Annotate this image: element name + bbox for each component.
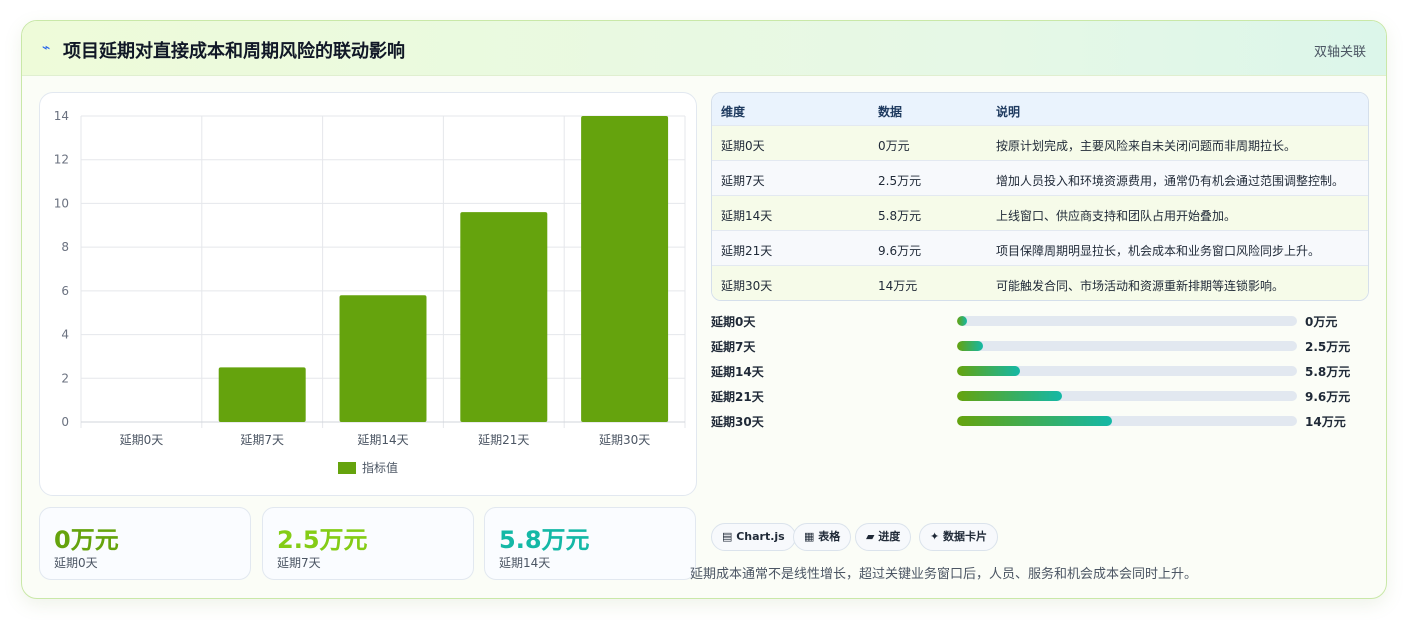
footnote: 延期成本通常不是线性增长，超过关键业务窗口后，人员、服务和机会成本会同时上升。 xyxy=(690,567,1198,582)
legend-swatch xyxy=(338,462,356,474)
header-tag: 双轴关联 xyxy=(1313,45,1366,60)
progress-row: 延期0天 0万元 xyxy=(711,312,1371,332)
kpi-value: 0万元 xyxy=(54,526,119,554)
kpi-label: 延期7天 xyxy=(277,556,321,570)
progress-label: 延期21天 xyxy=(711,390,764,404)
kpi-card: 5.8万元 延期14天 xyxy=(484,507,696,580)
progress-label: 延期7天 xyxy=(711,340,756,354)
bar xyxy=(460,212,548,422)
table-row: 延期7天 2.5万元 增加人员投入和环境资源费用，通常仍有机会通过范围调整控制。 xyxy=(712,161,1368,196)
progress-track xyxy=(957,316,1297,326)
data-table: 维度 数据 说明 延期0天 0万元 按原计划完成，主要风险来自未关闭问题而非周期… xyxy=(711,92,1369,301)
x-tick-label: 延期14天 xyxy=(357,433,408,447)
table-row: 延期21天 9.6万元 项目保障周期明显拉长，机会成本和业务窗口风险同步上升。 xyxy=(712,231,1368,266)
table-cell: 上线窗口、供应商支持和团队占用开始叠加。 xyxy=(996,209,1237,223)
progress-label: 延期30天 xyxy=(711,415,764,429)
kpi-label: 延期14天 xyxy=(499,556,551,570)
table-header-cell: 说明 xyxy=(996,105,1021,119)
chart-panel: 0 2 4 6 8 10 12 14 延期0天 延期7天 延期14天 延期21天 延期30天指标值 xyxy=(39,92,697,496)
kpi-card: 0万元 延期0天 xyxy=(39,507,251,580)
card-header: ⌁ 项目延期对直接成本和周期风险的联动影响 双轴关联 xyxy=(22,21,1386,76)
table-cell: 可能触发合同、市场活动和资源重新排期等连锁影响。 xyxy=(996,279,1285,293)
table-cell: 9.6万元 xyxy=(878,244,922,258)
kpi-value: 5.8万元 xyxy=(499,526,590,554)
kpi-value: 2.5万元 xyxy=(277,526,368,554)
bar xyxy=(581,116,669,422)
table-cell: 延期7天 xyxy=(721,174,765,188)
x-tick-label: 延期0天 xyxy=(120,433,164,447)
table-row: 延期14天 5.8万元 上线窗口、供应商支持和团队占用开始叠加。 xyxy=(712,196,1368,231)
y-tick-label: 10 xyxy=(54,196,69,210)
table-cell: 0万元 xyxy=(878,139,910,153)
x-tick-label: 延期21天 xyxy=(478,433,529,447)
page-title: 项目延期对直接成本和周期风险的联动影响 xyxy=(63,41,405,62)
y-tick-label: 12 xyxy=(54,153,69,167)
kpi-card: 2.5万元 延期7天 xyxy=(262,507,474,580)
table-cell: 14万元 xyxy=(878,279,918,293)
table-cell: 延期14天 xyxy=(721,209,773,223)
table-cell: 2.5万元 xyxy=(878,174,922,188)
progress-row: 延期30天 14万元 xyxy=(711,412,1371,432)
table-row: 延期30天 14万元 可能触发合同、市场活动和资源重新排期等连锁影响。 xyxy=(712,266,1368,300)
kpi-label: 延期0天 xyxy=(54,556,98,570)
y-tick-label: 8 xyxy=(61,240,69,254)
progress-fill xyxy=(957,316,968,326)
progress-label: 延期0天 xyxy=(711,315,756,329)
progress-row: 延期7天 2.5万元 xyxy=(711,337,1371,357)
table-row: 延期0天 0万元 按原计划完成，主要风险来自未关闭问题而非周期拉长。 xyxy=(712,126,1368,161)
y-tick-label: 2 xyxy=(61,371,69,385)
table-cell: 延期21天 xyxy=(721,244,773,258)
legend-label: 指标值 xyxy=(362,460,398,475)
progress-value: 2.5万元 xyxy=(1305,340,1351,354)
table-cell: 延期30天 xyxy=(721,279,773,293)
x-tick-label: 延期30天 xyxy=(599,433,650,447)
y-tick-label: 6 xyxy=(61,284,69,298)
progress-fill xyxy=(957,366,1020,376)
x-tick-label: 延期7天 xyxy=(240,433,284,447)
table-cell: 延期0天 xyxy=(721,139,765,153)
y-tick-label: 0 xyxy=(61,415,69,429)
bar xyxy=(339,295,427,422)
table-cell: 项目保障周期明显拉长，机会成本和业务窗口风险同步上升。 xyxy=(996,244,1321,258)
progress-value: 14万元 xyxy=(1305,415,1346,429)
y-tick-label: 4 xyxy=(61,328,69,342)
table-cell: 增加人员投入和环境资源费用，通常仍有机会通过范围调整控制。 xyxy=(996,174,1345,188)
progress-track xyxy=(957,416,1297,426)
progress-fill xyxy=(957,341,983,351)
progress-row: 延期14天 5.8万元 xyxy=(711,362,1371,382)
progress-value: 0万元 xyxy=(1305,315,1338,329)
tag-table[interactable]: ▦ 表格 xyxy=(793,523,852,551)
table-cell: 5.8万元 xyxy=(878,209,922,223)
tag-data-card[interactable]: ✦ 数据卡片 xyxy=(919,523,999,551)
progress-label: 延期14天 xyxy=(711,365,764,379)
progress-track xyxy=(957,391,1297,401)
table-cell: 按原计划完成，主要风险来自未关闭问题而非周期拉长。 xyxy=(996,139,1297,153)
progress-track xyxy=(957,341,1297,351)
bar xyxy=(218,367,306,422)
progress-track xyxy=(957,366,1297,376)
table-header-cell: 维度 xyxy=(721,105,746,119)
table-header-row: 维度 数据 说明 xyxy=(712,93,1368,126)
bar-chart: 0 2 4 6 8 10 12 14 延期0天 延期7天 延期14天 延期21天 延期30天指标值 xyxy=(54,109,686,475)
progress-value: 5.8万元 xyxy=(1305,365,1351,379)
progress-row: 延期21天 9.6万元 xyxy=(711,387,1371,407)
progress-fill xyxy=(957,416,1112,426)
tag-progress[interactable]: ▰ 进度 xyxy=(855,523,912,551)
lightning-icon: ⌁ xyxy=(42,40,51,56)
progress-fill xyxy=(957,391,1063,401)
y-tick-label: 14 xyxy=(54,109,69,123)
progress-value: 9.6万元 xyxy=(1305,390,1351,404)
tag-chartjs[interactable]: ▤ Chart.js xyxy=(711,523,796,551)
table-header-cell: 数据 xyxy=(878,105,903,119)
